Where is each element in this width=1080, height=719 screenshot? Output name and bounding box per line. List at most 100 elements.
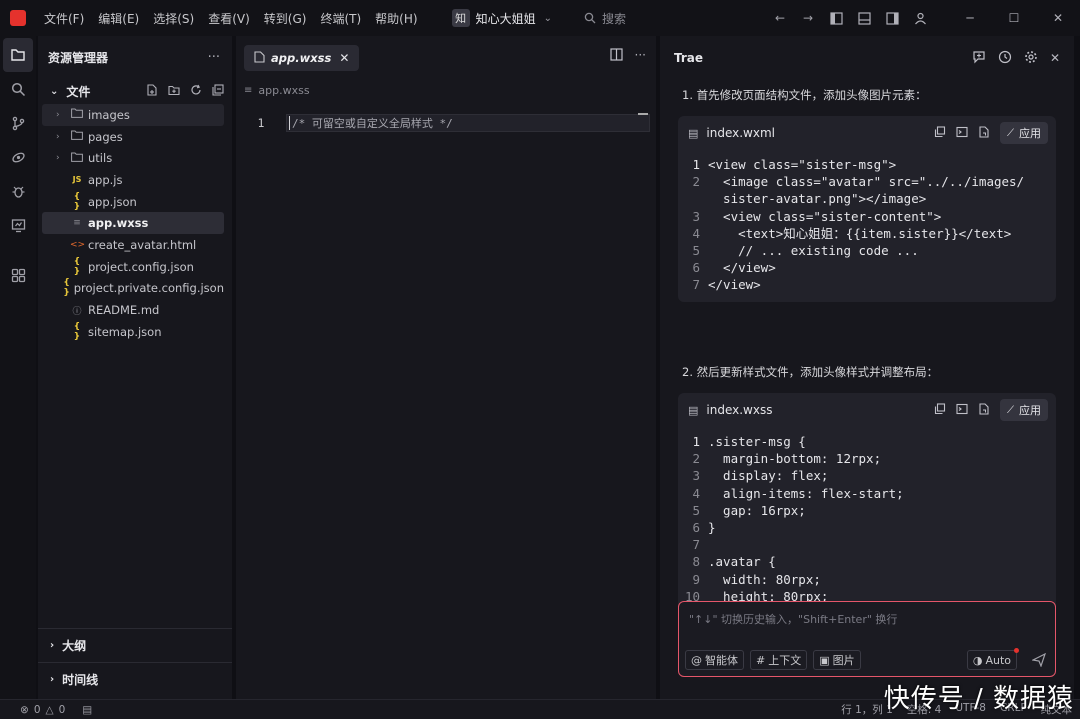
toggle-right-panel-icon[interactable] [878,0,906,36]
menu-goto[interactable]: 转到(G) [264,10,307,27]
tree-item-app-json[interactable]: { } app.json [42,191,224,213]
open-file-icon[interactable] [978,125,990,141]
watermark: 快传号 / 数据猿 [883,684,1074,714]
folder-icon [70,130,84,143]
collapse-all-icon[interactable] [212,83,224,99]
minimize-icon[interactable]: ─ [948,0,992,36]
account-icon[interactable] [906,0,934,36]
tab-label: app.wxss [271,51,332,65]
code-text: // ... existing code ... [708,243,919,259]
tree-item-app-wxss[interactable]: ≡ app.wxss [42,212,224,235]
explorer-activity-icon[interactable] [3,38,33,72]
search-box[interactable]: 搜索 [584,10,626,27]
line-number: 9 [692,571,700,587]
code-line: 8 .avatar { [678,553,1056,570]
code-line: 6} [678,519,1056,536]
step-1-text: 1. 首先修改页面结构文件，添加头像图片元素： [682,88,927,102]
context-chip[interactable]: # 上下文 [750,650,808,670]
project-switcher[interactable]: 知 知心大姐姐 ⌄ [451,9,552,27]
code-text: align-items: flex-start; [708,485,904,501]
code-text: <view class="sister-msg"> [708,157,897,172]
apply-label: 应用 [1019,127,1041,140]
new-chat-icon[interactable] [972,50,986,67]
copy-icon[interactable] [934,402,946,418]
new-folder-icon[interactable] [168,84,180,99]
folder-header[interactable]: ⌄ 文件 [38,78,232,104]
apply-button[interactable]: ⟋ 应用 [1000,122,1048,144]
gear-icon[interactable] [1024,50,1038,67]
terminal-icon[interactable]: ▤ [82,704,92,716]
insert-terminal-icon[interactable] [956,403,968,418]
menu-file[interactable]: 文件(F) [44,10,84,27]
line-number: 8 [692,554,700,570]
problems-indicator[interactable]: ⊗ 0 △ 0 ▤ [0,704,92,716]
project-name: 知心大姐姐 [475,11,536,26]
outline-section[interactable]: › 大纲 [38,628,232,662]
code-text: display: flex; [708,468,829,484]
close-tab-icon[interactable]: ✕ [339,51,349,65]
line-number: 4 [692,485,700,501]
maximize-icon[interactable]: ☐ [992,0,1036,36]
tree-item-utils[interactable]: › utils [42,147,224,169]
code-block-wxml: ▤ index.wxml ⟋ 应用 1 <view class="sister-… [678,116,1056,302]
open-file-icon[interactable] [978,402,990,418]
split-editor-icon[interactable] [609,48,623,64]
tree-item-app-js[interactable]: JS app.js [42,169,224,191]
new-file-icon[interactable] [146,83,158,99]
line-number: 6 [692,260,700,276]
tree-item-readme-md[interactable]: ⓘ README.md [42,299,224,321]
history-icon[interactable] [998,50,1012,67]
insert-terminal-icon[interactable] [956,126,968,141]
tree-item-project-config-json[interactable]: { } project.config.json [42,256,224,278]
copy-icon[interactable] [934,125,946,141]
remote-icon[interactable] [0,140,36,174]
forward-arrow-icon[interactable]: → [794,0,822,36]
image-chip[interactable]: ▣ 图片 [813,650,861,670]
tree-item-sitemap-json[interactable]: { } sitemap.json [42,321,224,343]
debug-icon[interactable] [0,174,36,208]
extensions-icon[interactable] [0,258,36,292]
send-icon[interactable] [1029,650,1049,670]
close-icon[interactable]: ✕ [1050,51,1060,65]
tree-item-create-avatar-html[interactable]: <> create_avatar.html [42,234,224,256]
code-line: 3 <view class="sister-content"> [678,208,1056,225]
context-label: 上下文 [768,654,802,667]
menu-terminal[interactable]: 终端(T) [320,10,361,27]
timeline-section[interactable]: › 时间线 [38,662,232,696]
menu-selection[interactable]: 选择(S) [153,10,194,27]
timeline-label: 时间线 [62,673,99,687]
apply-button[interactable]: ⟋ 应用 [1000,399,1048,421]
editor-tab[interactable]: app.wxss ✕ [244,45,360,71]
toggle-left-panel-icon[interactable] [822,0,850,36]
tree-item-images[interactable]: › images [42,104,224,126]
back-arrow-icon[interactable]: ← [766,0,794,36]
code-line: 3 display: flex; [678,467,1056,484]
close-window-icon[interactable]: ✕ [1036,0,1080,36]
refresh-icon[interactable] [190,84,202,99]
chat-messages[interactable]: 1. 首先修改页面结构文件，添加头像图片元素： ▤ index.wxml ⟋ 应… [660,80,1074,628]
agent-label: 智能体 [705,654,738,667]
more-options-icon[interactable]: ··· [635,48,646,64]
code-block-filename: index.wxss [706,403,773,417]
breadcrumb-file: app.wxss [258,83,310,97]
more-options-icon[interactable]: ··· [208,50,220,65]
text-cursor [289,116,290,130]
preview-icon[interactable] [0,208,36,242]
agent-chip[interactable]: @ 智能体 [685,650,744,670]
menu-edit[interactable]: 编辑(E) [98,10,139,27]
tree-item-pages[interactable]: › pages [42,126,224,148]
menu-view[interactable]: 查看(V) [208,10,250,27]
code-block-body: 1 .sister-msg {2 margin-bottom: 12rpx; 3 d… [678,427,1056,628]
model-auto-chip[interactable]: ◑ Auto [966,648,1019,670]
menu-help[interactable]: 帮助(H) [375,10,417,27]
source-control-icon[interactable] [0,106,36,140]
tree-item-project-private-config-json[interactable]: { } project.private.config.json [42,278,224,300]
json-file-icon: { } [73,191,81,212]
tree-item-label: create_avatar.html [88,237,197,252]
breadcrumb[interactable]: ≡ app.wxss [236,80,656,100]
code-line[interactable]: 1 /* 可留空或自定义全局样式 */ [236,114,650,132]
chat-input[interactable]: "↑↓" 切换历史输入，"Shift+Enter" 换行 @ 智能体 # 上下文… [678,601,1056,677]
toggle-bottom-panel-icon[interactable] [850,0,878,36]
search-activity-icon[interactable] [0,72,36,106]
code-text: .avatar { [708,554,776,570]
